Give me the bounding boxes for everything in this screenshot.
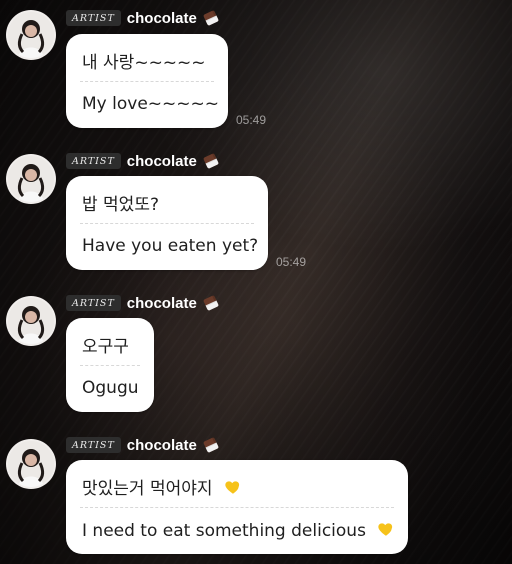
message-original-text: 오구구 <box>82 337 129 357</box>
chocolate-bar-icon <box>200 434 221 455</box>
artist-name[interactable]: chocolate <box>127 437 197 454</box>
translation-divider <box>80 223 254 224</box>
yellow-heart-icon <box>224 478 242 501</box>
sender-row: ARTIST chocolate <box>66 8 219 28</box>
sender-row: ARTIST chocolate <box>66 151 219 171</box>
avatar-illustration <box>8 156 54 202</box>
avatar-illustration <box>8 441 54 487</box>
sender-row: ARTIST chocolate <box>66 435 219 455</box>
chat-message: ARTIST chocolate 밥 먹었또? Have you eaten y… <box>0 142 512 282</box>
artist-name[interactable]: chocolate <box>127 10 197 27</box>
profile-avatar[interactable] <box>6 439 56 489</box>
profile-avatar[interactable] <box>6 296 56 346</box>
avatar-illustration <box>8 298 54 344</box>
yellow-heart-icon <box>377 520 395 543</box>
message-bubble[interactable]: 오구구 Ogugu <box>66 318 154 412</box>
chat-message: ARTIST chocolate 내 사랑~~~~~ My love~~~~~ … <box>0 0 512 140</box>
chocolate-bar-icon <box>200 292 221 313</box>
message-original-text: 밥 먹었또? <box>82 195 159 215</box>
message-translation-line: I need to eat something delicious <box>82 520 395 543</box>
artist-name[interactable]: chocolate <box>127 295 197 312</box>
message-translation-text: Ogugu <box>82 378 139 398</box>
artist-name[interactable]: chocolate <box>127 153 197 170</box>
message-bubble[interactable]: 맛있는거 먹어야지 I need to eat something delici… <box>66 460 408 554</box>
artist-badge: ARTIST <box>66 10 121 26</box>
message-translation-text: Have you eaten yet? <box>82 236 259 256</box>
message-time: 05:49 <box>236 113 267 127</box>
message-original-text: 내 사랑~~~~~ <box>82 53 206 73</box>
chocolate-bar-icon <box>200 7 221 28</box>
artist-badge: ARTIST <box>66 295 121 311</box>
avatar-illustration <box>8 12 54 58</box>
message-original-text: 맛있는거 먹어야지 <box>82 479 213 499</box>
artist-badge: ARTIST <box>66 153 121 169</box>
profile-avatar[interactable] <box>6 10 56 60</box>
message-bubble[interactable]: 내 사랑~~~~~ My love~~~~~ <box>66 34 228 128</box>
translation-divider <box>80 365 140 366</box>
chocolate-bar-icon <box>200 150 221 171</box>
translation-divider <box>80 81 214 82</box>
message-original-line: 맛있는거 먹어야지 <box>82 474 392 501</box>
translation-divider <box>80 507 394 508</box>
message-bubble[interactable]: 밥 먹었또? Have you eaten yet? <box>66 176 268 270</box>
message-translation-text: I need to eat something delicious <box>82 521 366 541</box>
message-translation-text: My love~~~~~ <box>82 94 219 114</box>
artist-badge: ARTIST <box>66 437 121 453</box>
profile-avatar[interactable] <box>6 154 56 204</box>
chat-message: ARTIST chocolate 맛있는거 먹어야지 I need to eat… <box>0 426 512 564</box>
sender-row: ARTIST chocolate <box>66 293 219 313</box>
message-time: 05:49 <box>276 255 307 269</box>
chat-message: ARTIST chocolate 오구구 Ogugu <box>0 284 512 424</box>
